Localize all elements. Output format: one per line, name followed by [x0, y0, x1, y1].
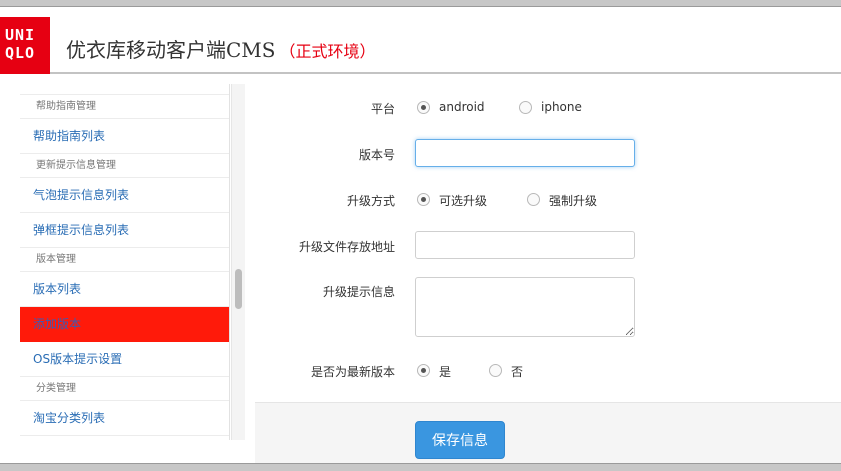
sidebar-group-help: 帮助指南管理: [20, 95, 229, 119]
upgrade-message-label: 升级提示信息: [322, 285, 395, 299]
is-latest-row: 是否为最新版本 是 否: [255, 361, 841, 381]
platform-android-label[interactable]: android: [439, 100, 485, 114]
is-latest-no-radio[interactable]: [489, 364, 502, 377]
logo-line-1: UNI: [5, 26, 36, 44]
is-latest-yes-label[interactable]: 是: [439, 363, 451, 380]
upgrade-mode-row: 升级方式 可选升级 强制升级: [255, 190, 841, 210]
app-title-text: 优衣库移动客户端CMS: [66, 38, 276, 62]
sidebar-nav: 帮助指南管理 帮助指南列表 更新提示信息管理 气泡提示信息列表 弹框提示信息列表…: [20, 84, 230, 440]
save-button[interactable]: 保存信息: [415, 421, 505, 459]
file-url-input[interactable]: [415, 231, 635, 259]
file-url-row: 升级文件存放地址: [255, 231, 841, 259]
sidebar-scroll-thumb[interactable]: [235, 269, 242, 309]
window-bottom-strip: [0, 463, 841, 471]
app-title: 优衣库移动客户端CMS （正式环境）: [66, 34, 376, 63]
upgrade-mode-label: 升级方式: [346, 194, 395, 208]
form-actions-bar: 保存信息: [255, 402, 841, 471]
platform-android-radio[interactable]: [417, 101, 430, 114]
is-latest-no-label[interactable]: 否: [511, 363, 523, 380]
upgrade-forced-label[interactable]: 强制升级: [549, 192, 597, 209]
upgrade-optional-label[interactable]: 可选升级: [439, 192, 487, 209]
sidebar-item-help-list[interactable]: 帮助指南列表: [20, 119, 229, 154]
sidebar-item-os-version-tips[interactable]: OS版本提示设置: [20, 342, 229, 377]
sidebar-item-popup-tips[interactable]: 弹框提示信息列表: [20, 213, 229, 248]
sidebar-item-version-list[interactable]: 版本列表: [20, 272, 229, 307]
sidebar-item-bubble-tips[interactable]: 气泡提示信息列表: [20, 178, 229, 213]
sidebar-group-version: 版本管理: [20, 248, 229, 272]
window-top-strip: [0, 0, 841, 7]
upgrade-forced-radio[interactable]: [527, 193, 540, 206]
add-version-form: 平台 android iphone 版本号 升级方式 可选升级 强制升级 升级文…: [255, 84, 841, 471]
platform-row: 平台 android iphone: [255, 98, 841, 118]
sidebar-group-category: 分类管理: [20, 377, 229, 401]
upgrade-message-textarea[interactable]: [415, 277, 635, 337]
version-row: 版本号: [255, 139, 841, 167]
is-latest-label: 是否为最新版本: [310, 365, 395, 379]
sidebar-item-taobao-category[interactable]: 淘宝分类列表: [20, 401, 229, 436]
upgrade-optional-radio[interactable]: [417, 193, 430, 206]
version-label: 版本号: [358, 148, 395, 162]
uniqlo-logo: UNI QLO: [0, 17, 50, 74]
platform-iphone-radio[interactable]: [519, 101, 532, 114]
sidebar-group-update-tips: 更新提示信息管理: [20, 154, 229, 178]
app-header: UNI QLO 优衣库移动客户端CMS （正式环境）: [0, 7, 841, 74]
logo-line-2: QLO: [5, 44, 36, 62]
upgrade-message-row: 升级提示信息: [255, 277, 841, 337]
platform-label: 平台: [370, 102, 395, 116]
version-input[interactable]: [415, 139, 635, 167]
sidebar-item-add-version[interactable]: 添加版本: [20, 307, 229, 342]
is-latest-yes-radio[interactable]: [417, 364, 430, 377]
file-url-label: 升级文件存放地址: [298, 240, 395, 254]
platform-iphone-label[interactable]: iphone: [541, 100, 582, 114]
sidebar-top-item-partial[interactable]: [20, 84, 229, 95]
sidebar-scrollbar[interactable]: [231, 84, 245, 440]
environment-label: （正式环境）: [279, 42, 376, 61]
